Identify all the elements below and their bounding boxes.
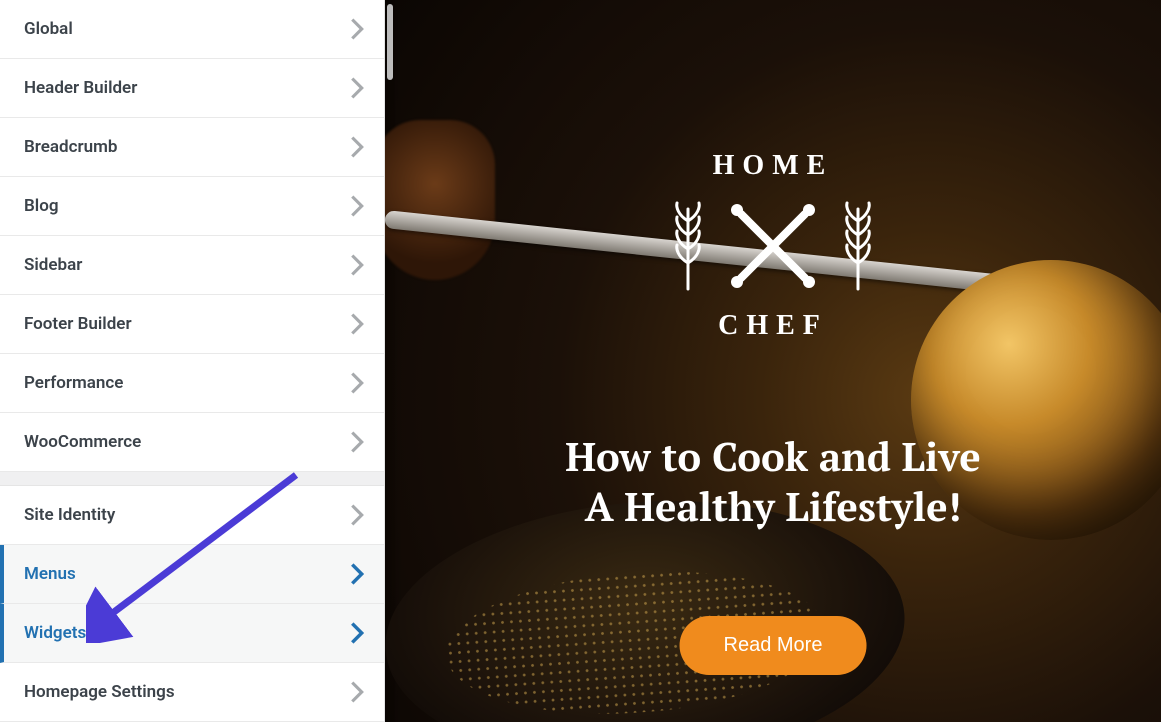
chevron-right-icon (350, 136, 364, 158)
sidebar-item-label: Site Identity (24, 505, 115, 525)
chevron-right-icon (350, 563, 364, 585)
sidebar-item-label: WooCommerce (24, 432, 141, 452)
sidebar-item-label: Homepage Settings (24, 682, 175, 702)
chevron-right-icon (350, 77, 364, 99)
sidebar-item-homepage-settings[interactable]: Homepage Settings (0, 663, 384, 722)
sidebar-item-site-identity[interactable]: Site Identity (0, 486, 384, 545)
sidebar-item-woocommerce[interactable]: WooCommerce (0, 413, 384, 472)
hero-headline-line2: A Healthy Lifestyle! (585, 480, 962, 533)
sidebar-section-divider (0, 472, 384, 486)
logo-text-bottom: CHEF (671, 310, 875, 342)
preview-pane: HOME (385, 0, 1161, 722)
chevron-right-icon (350, 18, 364, 40)
hero-headline: How to Cook and Live A Healthy Lifestyle… (493, 432, 1053, 532)
sidebar-item-label: Menus (24, 564, 76, 584)
wheat-left-icon (671, 201, 705, 291)
customizer-sidebar: Global Header Builder Breadcrumb Blog Si… (0, 0, 385, 722)
scene-hand (385, 120, 495, 280)
sidebar-item-performance[interactable]: Performance (0, 354, 384, 413)
chevron-right-icon (350, 622, 364, 644)
logo-text-top: HOME (671, 150, 875, 182)
sidebar-item-label: Global (24, 19, 73, 39)
sidebar-item-breadcrumb[interactable]: Breadcrumb (0, 118, 384, 177)
sidebar-item-label: Breadcrumb (24, 137, 117, 157)
wheat-right-icon (841, 201, 875, 291)
app-root: Global Header Builder Breadcrumb Blog Si… (0, 0, 1161, 722)
chevron-right-icon (350, 195, 364, 217)
sidebar-item-header-builder[interactable]: Header Builder (0, 59, 384, 118)
sidebar-item-global[interactable]: Global (0, 0, 384, 59)
rolling-pins-icon (723, 196, 823, 296)
sidebar-item-widgets[interactable]: Widgets (0, 604, 384, 663)
chevron-right-icon (350, 313, 364, 335)
sidebar-item-label: Sidebar (24, 255, 82, 275)
sidebar-item-footer-builder[interactable]: Footer Builder (0, 295, 384, 354)
sidebar-item-sidebar[interactable]: Sidebar (0, 236, 384, 295)
site-logo: HOME (671, 150, 875, 342)
sidebar-item-blog[interactable]: Blog (0, 177, 384, 236)
sidebar-item-label: Header Builder (24, 78, 137, 98)
chevron-right-icon (350, 681, 364, 703)
chevron-right-icon (350, 504, 364, 526)
chevron-right-icon (350, 254, 364, 276)
chevron-right-icon (350, 372, 364, 394)
sidebar-item-label: Footer Builder (24, 314, 132, 334)
sidebar-item-menus[interactable]: Menus (0, 545, 384, 604)
scrollbar-thumb[interactable] (387, 4, 393, 80)
sidebar-item-label: Widgets (24, 623, 86, 643)
read-more-button[interactable]: Read More (680, 616, 867, 675)
hero-headline-line1: How to Cook and Live (565, 430, 980, 483)
chevron-right-icon (350, 431, 364, 453)
sidebar-item-label: Performance (24, 373, 123, 393)
sidebar-item-label: Blog (24, 196, 59, 216)
